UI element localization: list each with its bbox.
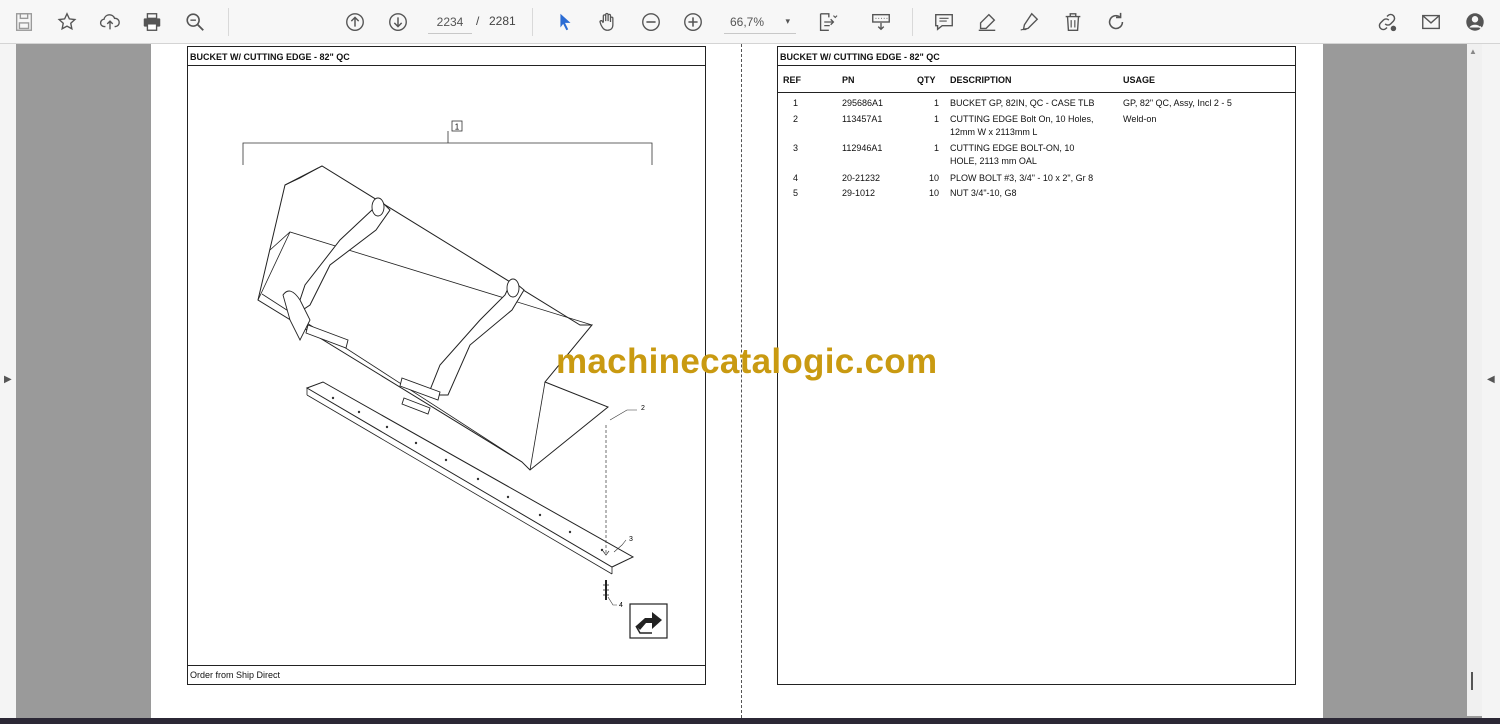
print-icon[interactable]	[137, 7, 167, 37]
bottom-taskbar-edge	[0, 718, 1500, 724]
title-underline	[777, 65, 1296, 66]
row-description: BUCKET GP, 82IN, QC - CASE TLB	[950, 98, 1095, 108]
delete-icon[interactable]	[1058, 7, 1088, 37]
upload-icon[interactable]	[95, 7, 125, 37]
row-description: CUTTING EDGE BOLT-ON, 10	[950, 143, 1075, 153]
row-usage: Weld-on	[1123, 114, 1157, 124]
row-pn: 29-1012	[842, 188, 876, 198]
row-ref: 2	[793, 114, 799, 124]
mail-icon[interactable]	[1416, 7, 1446, 37]
row-description-line2: 12mm W x 2113mm L	[950, 127, 1038, 137]
title-underline	[187, 65, 706, 66]
zoom-in-icon[interactable]	[678, 7, 708, 37]
expand-right-panel-icon[interactable]: ◀	[1487, 374, 1495, 385]
row-description-line2: HOLE, 2113 mm OAL	[950, 156, 1037, 166]
account-icon[interactable]	[1460, 7, 1490, 37]
vertical-scrollbar[interactable]	[1467, 44, 1482, 716]
row-qty: 1	[933, 98, 939, 108]
page-total: 2281	[489, 14, 516, 28]
left-page-footer: Order from Ship Direct	[190, 670, 281, 680]
row-description: NUT 3/4"-10, G8	[950, 188, 1017, 198]
star-icon[interactable]	[52, 7, 82, 37]
row-usage: GP, 82" QC, Assy, Incl 2 - 5	[1123, 98, 1232, 108]
row-pn: 112946A1	[842, 143, 883, 153]
page-up-icon[interactable]	[340, 7, 370, 37]
row-ref: 4	[793, 173, 799, 183]
sign-icon[interactable]	[1014, 7, 1044, 37]
callout-2: 2	[641, 405, 645, 412]
page-down-icon[interactable]	[383, 7, 413, 37]
toolbar-divider	[532, 8, 533, 36]
save-icon[interactable]	[9, 7, 39, 37]
highlight-icon[interactable]	[972, 7, 1002, 37]
comment-icon[interactable]	[929, 7, 959, 37]
fit-page-icon[interactable]	[812, 7, 842, 37]
zoom-out-icon[interactable]	[636, 7, 666, 37]
page-number-input[interactable]	[428, 10, 472, 34]
callout-4: 4	[619, 602, 623, 609]
toolbar: / 2281 66,7% ▾	[0, 0, 1500, 44]
row-qty: 1	[933, 143, 939, 153]
column-header-qty: QTY	[917, 75, 936, 85]
footer-line	[187, 665, 706, 666]
column-header-usage: USAGE	[1123, 75, 1156, 85]
expand-left-panel-icon[interactable]: ▶	[4, 374, 12, 385]
row-pn: 20-21232	[842, 173, 881, 183]
column-header-description: DESCRIPTION	[950, 75, 1012, 85]
watermark-text: machinecatalogic.com	[556, 342, 938, 381]
row-ref: 5	[793, 188, 799, 198]
column-header-pn: PN	[842, 75, 855, 85]
toolbar-divider	[912, 8, 913, 36]
column-header-ref: REF	[783, 75, 801, 85]
select-cursor-icon[interactable]	[550, 7, 580, 37]
left-page-title: BUCKET W/ CUTTING EDGE - 82" QC	[190, 52, 350, 62]
row-pn: 113457A1	[842, 114, 883, 124]
row-pn: 295686A1	[842, 98, 884, 108]
zoom-search-icon[interactable]	[180, 7, 210, 37]
chevron-down-icon: ▾	[785, 16, 790, 26]
row-description: PLOW BOLT #3, 3/4" - 10 x 2", Gr 8	[950, 173, 1094, 183]
zoom-value: 66,7%	[730, 14, 765, 29]
row-description: CUTTING EDGE Bolt On, 10 Holes,	[950, 114, 1094, 124]
scroll-up-icon[interactable]: ▲	[1469, 47, 1477, 56]
callout-3: 3	[629, 536, 633, 543]
row-qty: 10	[928, 173, 939, 183]
zoom-select[interactable]: 66,7% ▾	[724, 10, 796, 34]
header-underline	[777, 92, 1296, 93]
share-link-icon[interactable]	[1372, 7, 1402, 37]
row-qty: 1	[933, 114, 939, 124]
callout-1: 1	[455, 123, 460, 132]
right-page-title: BUCKET W/ CUTTING EDGE - 82" QC	[780, 52, 940, 62]
scrollbar-thumb[interactable]	[1471, 672, 1473, 690]
scroll-mode-icon[interactable]	[866, 7, 896, 37]
row-qty: 10	[928, 188, 939, 198]
page-separator: /	[476, 14, 480, 28]
row-ref: 1	[793, 98, 799, 108]
toolbar-divider	[228, 8, 229, 36]
hand-icon[interactable]	[592, 7, 622, 37]
row-ref: 3	[793, 143, 799, 153]
rotate-icon[interactable]	[1101, 7, 1131, 37]
